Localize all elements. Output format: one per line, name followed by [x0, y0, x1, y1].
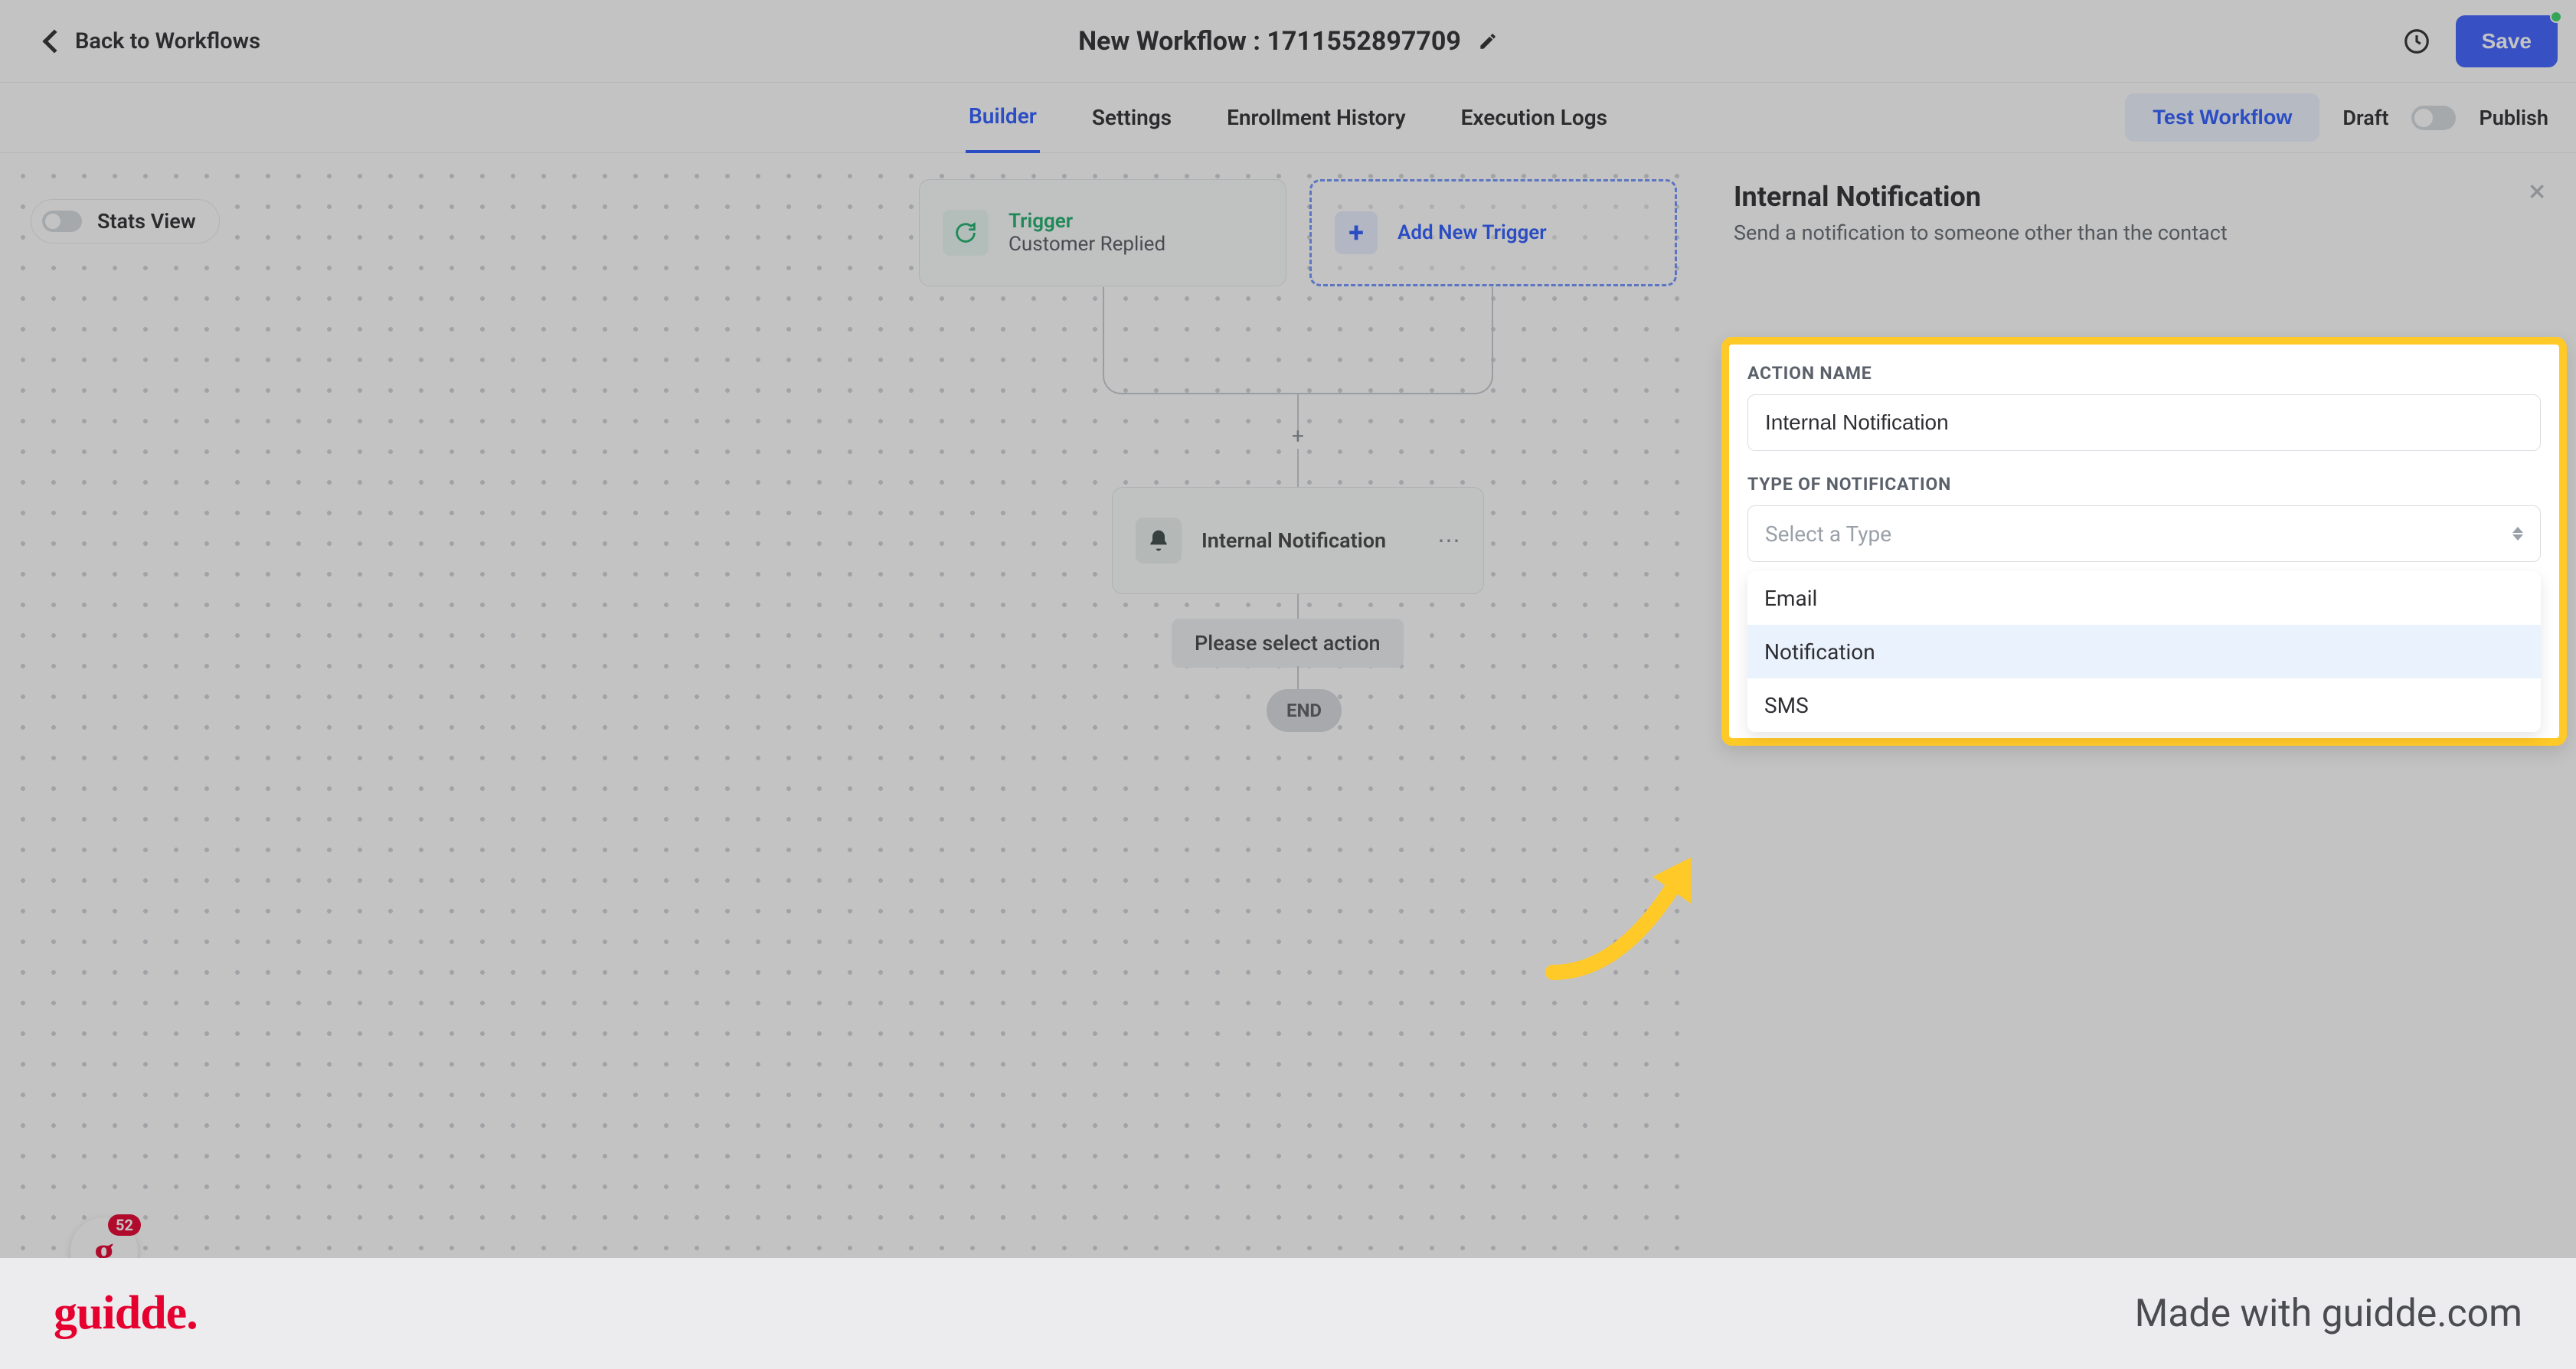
action-config-panel: Internal Notification Send a notificatio… — [1703, 153, 2576, 1258]
end-node: END — [1267, 689, 1342, 732]
toggle-icon — [42, 211, 82, 232]
guidde-brand-bar: guidde. Made with guidde.com — [0, 1258, 2576, 1369]
highlighted-form-section: ACTION NAME TYPE OF NOTIFICATION Select … — [1721, 337, 2567, 746]
tab-execution-logs[interactable]: Execution Logs — [1458, 83, 1610, 152]
tab-enrollment-history[interactable]: Enrollment History — [1224, 83, 1409, 152]
connector-line — [1297, 449, 1299, 487]
tab-builder[interactable]: Builder — [966, 82, 1040, 153]
guidde-count-badge: 52 — [108, 1214, 141, 1236]
annotation-arrow-icon — [1538, 812, 1729, 988]
dropdown-option-notification[interactable]: Notification — [1747, 625, 2541, 678]
add-trigger-label: Add New Trigger — [1398, 221, 1547, 244]
close-panel-icon[interactable]: × — [2529, 181, 2545, 202]
test-workflow-button[interactable]: Test Workflow — [2125, 93, 2319, 142]
action-label: Internal Notification — [1201, 528, 1386, 553]
unsaved-indicator-dot — [2550, 11, 2562, 23]
save-button[interactable]: Save — [2456, 15, 2558, 67]
publish-label: Publish — [2479, 106, 2548, 130]
select-chevron-icon — [2512, 527, 2523, 541]
draft-label: Draft — [2342, 106, 2388, 130]
bell-icon — [1136, 518, 1182, 564]
trigger-card[interactable]: Trigger Customer Replied — [919, 179, 1286, 286]
action-card-internal-notification[interactable]: Internal Notification ⋯ — [1112, 487, 1484, 594]
chevron-left-icon — [42, 29, 66, 53]
connector-bracket — [1103, 287, 1493, 394]
stats-view-toggle[interactable]: Stats View — [31, 199, 220, 243]
add-step-button[interactable]: + — [1288, 426, 1308, 446]
publish-toggle[interactable] — [2411, 106, 2456, 130]
plus-icon: + — [1335, 211, 1378, 254]
panel-subtitle: Send a notification to someone other tha… — [1734, 221, 2228, 245]
trigger-title: Trigger — [1008, 210, 1165, 233]
panel-title: Internal Notification — [1734, 181, 2228, 213]
tab-settings[interactable]: Settings — [1089, 83, 1175, 152]
dropdown-option-email[interactable]: Email — [1747, 571, 2541, 625]
notification-type-select[interactable]: Select a Type — [1747, 505, 2541, 562]
back-to-workflows-link[interactable]: Back to Workflows — [46, 28, 260, 54]
dropdown-option-sms[interactable]: SMS — [1747, 678, 2541, 732]
guidde-logo-text: guidde. — [54, 1286, 198, 1341]
made-with-text: Made with guidde.com — [2135, 1292, 2522, 1336]
history-icon[interactable] — [2402, 27, 2431, 56]
connector-line — [1297, 594, 1299, 619]
back-label: Back to Workflows — [75, 28, 260, 54]
action-name-label: ACTION NAME — [1747, 363, 2541, 384]
select-placeholder: Select a Type — [1765, 521, 1891, 547]
trigger-subtitle: Customer Replied — [1008, 233, 1165, 256]
add-new-trigger-card[interactable]: + Add New Trigger — [1309, 179, 1677, 286]
action-name-input[interactable] — [1747, 394, 2541, 451]
chat-icon — [943, 210, 989, 256]
save-label: Save — [2482, 29, 2532, 53]
notification-type-label: TYPE OF NOTIFICATION — [1747, 474, 2541, 495]
workflow-title: New Workflow : 1711552897709 — [1078, 26, 1461, 57]
select-action-hint: Please select action — [1172, 619, 1404, 668]
notification-type-dropdown: Email Notification SMS — [1747, 571, 2541, 732]
action-menu-icon[interactable]: ⋯ — [1437, 528, 1460, 554]
edit-title-icon[interactable] — [1478, 31, 1498, 51]
stats-view-label: Stats View — [97, 209, 196, 234]
